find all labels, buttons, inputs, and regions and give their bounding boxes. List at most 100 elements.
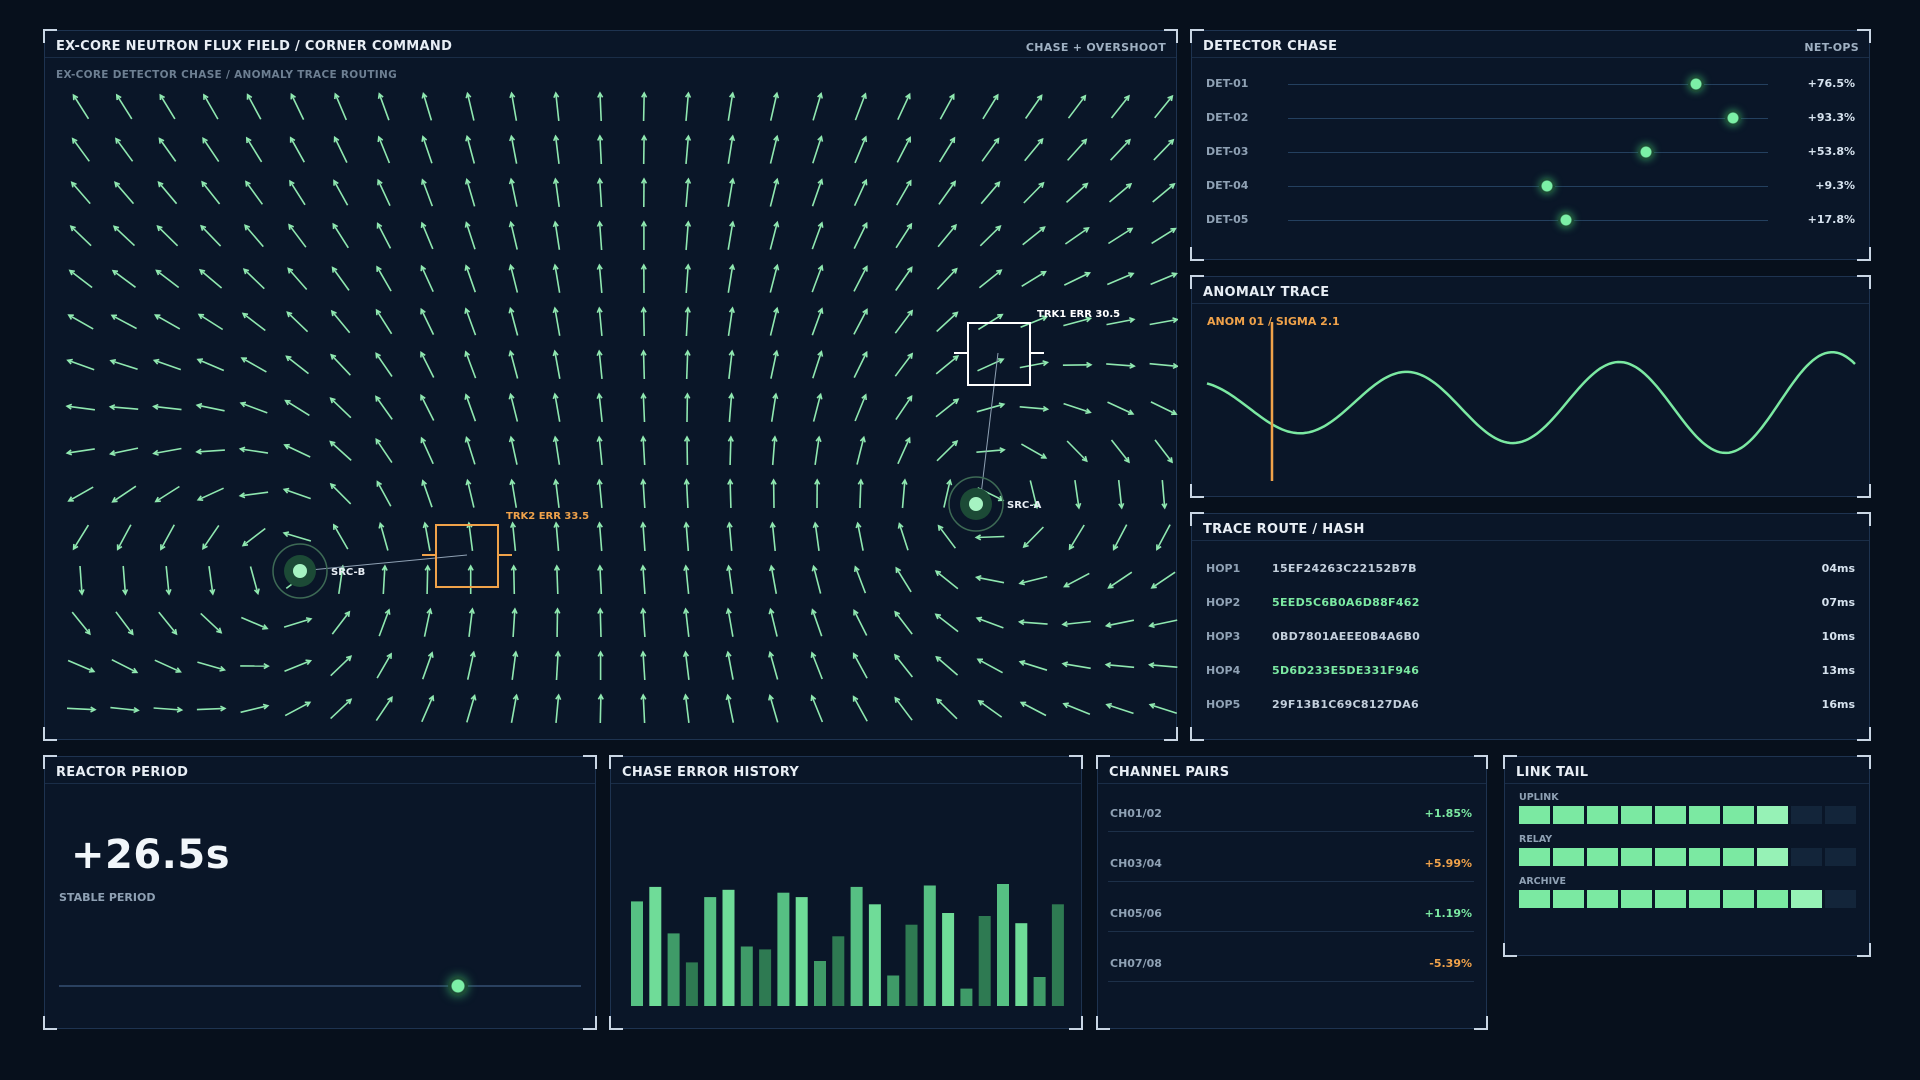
history-bar [795,897,808,1006]
vector-arrow [157,181,178,205]
channel-row[interactable]: CH03/04 +5.99% [1108,849,1474,882]
history-bar [631,901,643,1006]
link-row-label: ARCHIVE [1519,876,1566,887]
detector-handle[interactable] [1558,212,1575,228]
vector-arrow [155,485,180,503]
reactor-slider-handle[interactable] [448,976,469,996]
vector-arrow [1066,440,1088,462]
vector-arrow [812,394,822,422]
vector-arrow [811,222,823,250]
vector-arrow [72,138,90,162]
vector-arrow [155,314,181,330]
vector-arrow [196,707,225,711]
history-bar [905,924,918,1006]
vector-arrow [812,93,822,121]
flux-vector-field: TRK1 ERR 30.5 SRC-A TRK2 ERR 33.5 SRC-B [65,91,1178,724]
vector-arrow [1149,703,1178,715]
vector-arrow [466,695,476,723]
vector-arrow [197,358,225,372]
vector-arrow [1020,701,1047,717]
vector-arrow [1150,401,1177,415]
vector-arrow [287,267,308,291]
vector-arrow [114,181,135,205]
history-bar [685,962,698,1006]
vector-arrow [331,611,350,635]
vector-arrow [375,696,393,722]
vector-arrow [1019,575,1048,585]
vector-arrow [853,223,868,249]
channel-name: CH05/06 [1110,907,1162,920]
vector-arrow [769,652,779,680]
link-segment [1689,890,1720,908]
vector-arrow [377,179,391,207]
vector-arrow [509,308,519,336]
detector-handle[interactable] [1724,110,1741,126]
vector-arrow [66,405,96,411]
vector-arrow [330,397,352,419]
detector-handle[interactable] [1688,76,1704,92]
vector-arrow [935,398,959,418]
reactor-period-panel: REACTOR PERIOD +26.5s STABLE PERIOD [43,755,597,1030]
vector-arrow [1156,524,1171,550]
vector-arrow [1112,524,1128,550]
tracker-2-box[interactable] [435,524,499,588]
vector-arrow [811,652,823,680]
vector-arrow [333,137,348,163]
hop-row[interactable]: HOP5 29F13B1C69C8127DA6 16ms [1192,698,1869,718]
hop-row[interactable]: HOP3 0BD7801AEEE0B4A6B0 10ms [1192,630,1869,650]
vector-arrow [1063,703,1091,715]
channel-row[interactable]: CH05/06 +1.19% [1108,899,1474,932]
corner-bracket [1190,247,1204,261]
vector-arrow [554,136,560,164]
vector-arrow [1153,139,1174,161]
history-bar [942,913,955,1006]
vector-arrow [111,658,138,674]
reactor-slider-track[interactable] [59,985,581,987]
link-segment [1553,806,1584,824]
vector-arrow [977,658,1003,674]
detector-value: +53.8% [1807,145,1855,158]
src-b-dot[interactable] [293,564,307,578]
link-segment [1757,848,1788,866]
vector-arrow [599,135,603,165]
hop-id: HOP2 [1206,596,1241,609]
hop-row[interactable]: HOP1 15EF24263C22152B7B 04ms [1192,562,1869,582]
detector-handle[interactable] [1539,178,1556,194]
vector-arrow [894,310,913,334]
detector-track[interactable] [1288,118,1768,119]
history-bar [960,988,973,1006]
tracker-1-box[interactable] [967,322,1031,386]
anomaly-marker-label: ANOM 01 / SIGMA 2.1 [1207,315,1340,328]
vector-arrow [241,357,267,373]
vector-arrow [1068,524,1085,550]
detector-track[interactable] [1288,152,1768,153]
vector-arrow [980,181,1001,205]
history-bar [722,889,735,1006]
hop-row[interactable]: HOP2 5EED5C6B0A6D88F462 07ms [1192,596,1869,616]
detector-handle[interactable] [1637,144,1654,160]
vector-arrow [896,137,911,163]
vector-arrow [1151,227,1176,245]
trace-title: TRACE ROUTE / HASH [1203,522,1365,537]
corner-bracket [1503,755,1517,769]
channel-row[interactable]: CH01/02 +1.85% [1108,799,1474,832]
vector-arrow [111,314,137,330]
channel-row[interactable]: CH07/08 -5.39% [1108,949,1474,982]
linktail-title: LINK TAIL [1516,765,1589,780]
corner-bracket [1474,755,1488,769]
vector-arrow [853,610,868,636]
detector-track[interactable] [1288,220,1768,221]
detector-track[interactable] [1288,186,1768,187]
src-a-dot[interactable] [969,497,983,511]
history-bar [997,884,1009,1006]
vector-arrow [599,694,602,724]
link-segment [1621,890,1652,908]
vector-arrow [200,225,222,247]
vector-arrow [154,359,182,371]
vector-arrow [937,525,957,549]
vector-arrow [466,179,476,207]
vector-arrow [242,312,266,332]
vector-arrow [511,651,517,681]
hop-row[interactable]: HOP4 5D6D233E5DE331F946 13ms [1192,664,1869,684]
vector-arrow [854,136,867,164]
